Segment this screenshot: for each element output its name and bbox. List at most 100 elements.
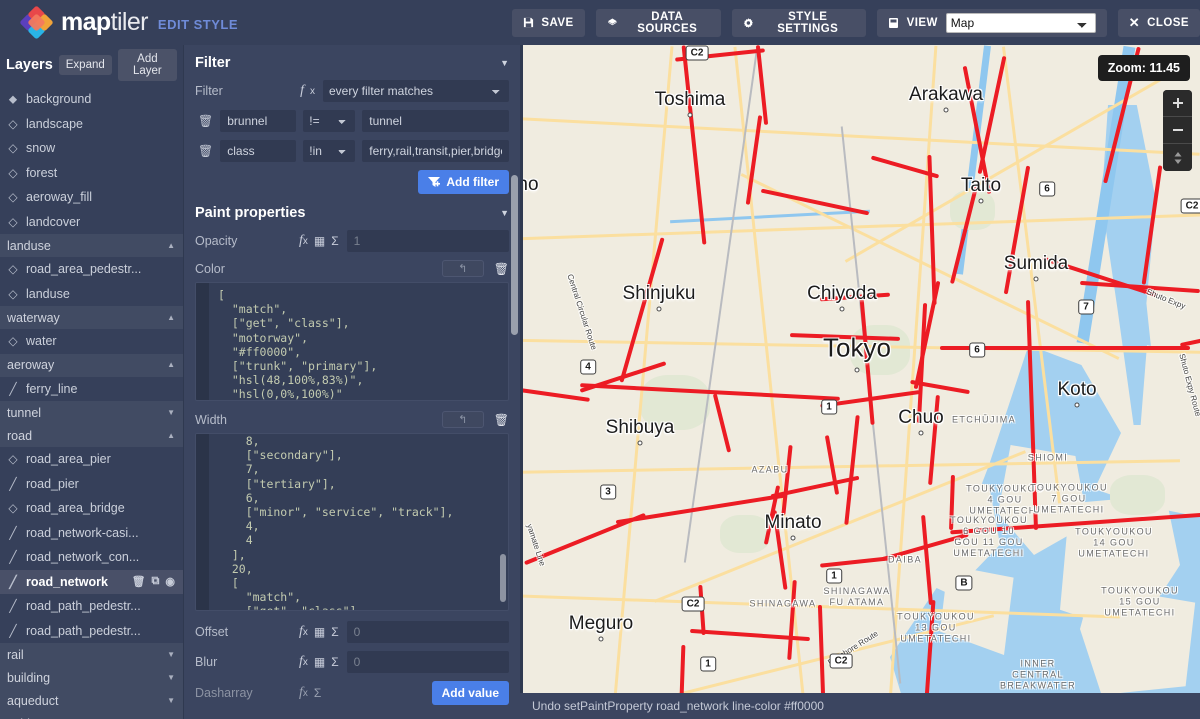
filter-section-header[interactable]: Filter ▼ — [184, 45, 520, 80]
close-icon: ✕ — [1128, 15, 1141, 30]
map-city-dot — [637, 440, 643, 446]
layer-item-label: forest — [26, 165, 58, 180]
map-area-label: TOUKYOUKOU 13 GOU UMETATECHI — [897, 611, 975, 644]
color-code-editor[interactable]: [ "match", ["get", "class"], "motorway",… — [195, 282, 509, 401]
filter-match-select[interactable]: every filter matches — [323, 80, 509, 102]
filter-key-input[interactable] — [220, 110, 297, 132]
layer-item-road_area_bridge[interactable]: ◇ road_area_bridge — [0, 496, 183, 521]
layer-item-road_pier[interactable]: ╱ road_pier — [0, 472, 183, 497]
layer-group-aeroway[interactable]: aeroway ▲ — [0, 353, 183, 377]
dasharray-add-value-button[interactable]: Add value — [431, 681, 509, 705]
layer-group-building[interactable]: building ▼ — [0, 666, 183, 689]
data-function-icon[interactable]: Σ — [331, 234, 338, 248]
zoom-in-button[interactable] — [1163, 90, 1192, 117]
map-area-label: AZABU — [751, 464, 789, 475]
wordmark-light: tiler — [110, 8, 149, 36]
expression-fx-icon[interactable]: fx — [299, 685, 308, 701]
expression-fx-icon[interactable]: fx — [299, 654, 308, 670]
layer-group-cablecar[interactable]: cablecar▼ — [0, 712, 183, 719]
layer-item-road_network[interactable]: ╱ road_network 🗑 ⧉ ◉ — [0, 569, 183, 594]
layer-item-snow[interactable]: ◇ snow — [0, 136, 183, 161]
color-code-text[interactable]: [ "match", ["get", "class"], "motorway",… — [196, 283, 508, 400]
expression-fx-icon[interactable]: fx — [299, 624, 308, 640]
data-function-icon[interactable]: Σ — [331, 625, 338, 639]
close-button[interactable]: ✕ CLOSE — [1117, 8, 1200, 37]
width-delete-icon[interactable]: 🗑 — [494, 413, 509, 427]
layer-item-landuse[interactable]: ◇ landuse — [0, 282, 183, 307]
width-code-text[interactable]: 8, ["secondary"], 7, ["tertiary"], 6, ["… — [196, 434, 508, 610]
width-undo-button[interactable]: ↰ — [441, 411, 484, 428]
blur-input[interactable] — [346, 651, 509, 673]
layer-item-landscape[interactable]: ◇ landscape — [0, 112, 183, 137]
layer-list[interactable]: ⬥ background ◇ landscape ◇ snow ◇ forest ◇ aerowa… — [0, 87, 183, 719]
filter-key-input[interactable] — [220, 140, 297, 162]
width-code-editor[interactable]: 8, ["secondary"], 7, ["tertiary"], 6, ["… — [195, 433, 509, 611]
delete-filter-icon[interactable]: 🗑 — [198, 144, 213, 158]
paint-section-header[interactable]: Paint properties ▼ — [184, 203, 520, 230]
toggle-visibility-icon[interactable]: ◉ — [165, 575, 175, 588]
map-area-label: SHINAGAWA — [749, 598, 817, 609]
layer-group-aqueduct[interactable]: aqueduct ▼ — [0, 689, 183, 712]
pitch-toggle-button[interactable] — [1163, 144, 1192, 171]
properties-panel[interactable]: Filter ▼ Filter fx every filter matches … — [183, 45, 520, 719]
filter-value-input[interactable] — [362, 110, 509, 132]
layer-item-forest[interactable]: ◇ forest — [0, 161, 183, 186]
layer-group-rail[interactable]: rail ▼ — [0, 643, 183, 666]
layer-item-road_path_pedestr[interactable]: ╱ road_path_pedestr... — [0, 594, 183, 619]
map-area-label: TOUKYOUKOU 7 GOU UMETATECHI — [1030, 482, 1108, 515]
data-function-icon[interactable]: Σ — [331, 655, 338, 669]
layer-group-road[interactable]: road ▲ — [0, 424, 183, 447]
layer-group-tunnel[interactable]: tunnel ▼ — [0, 401, 183, 424]
add-filter-button[interactable]: Add filter — [418, 170, 509, 194]
zoom-out-button[interactable] — [1163, 117, 1192, 144]
layer-item-road_networkcasi[interactable]: ╱ road_network-casi... — [0, 521, 183, 546]
expand-button[interactable]: Expand — [58, 55, 112, 75]
add-layer-button[interactable]: Add Layer — [117, 49, 177, 81]
filter-operator-select[interactable]: !in — [303, 140, 356, 162]
save-button[interactable]: SAVE — [512, 8, 585, 37]
zoom-function-icon[interactable]: ▦ — [314, 234, 325, 248]
delete-filter-icon[interactable]: 🗑 — [198, 114, 213, 128]
layer-item-road_network_con[interactable]: ╱ road_network_con... — [0, 545, 183, 570]
color-delete-icon[interactable]: 🗑 — [494, 262, 509, 276]
layer-item-road_area_pedestr[interactable]: ◇ road_area_pedestr... — [0, 257, 183, 282]
zoom-function-icon[interactable]: ▦ — [314, 625, 325, 639]
layer-group-landuse[interactable]: landuse ▲ — [0, 234, 183, 257]
map-city-dot — [839, 306, 845, 312]
layer-item-aeroway_fill[interactable]: ◇ aeroway_fill — [0, 185, 183, 210]
layer-item-ferry_line[interactable]: ╱ ferry_line — [0, 377, 183, 402]
properties-scrollbar[interactable] — [511, 175, 518, 335]
layer-item-road_path_pedestr[interactable]: ╱ road_path_pedestr... — [0, 619, 183, 644]
map-route-shield: 7 — [1078, 299, 1094, 315]
map-viewport[interactable]: Toshima Arakawa Shinjuku Chiyoda Tokyo Taito S… — [520, 45, 1200, 719]
paint-section-title: Paint properties — [195, 205, 306, 221]
filter-match-row: Filter fx every filter matches — [184, 80, 520, 102]
data-function-icon[interactable]: Σ — [314, 686, 321, 700]
data-sources-button[interactable]: DATA SOURCES — [595, 8, 722, 37]
map-route-shield: C2 — [681, 596, 705, 612]
zoom-function-icon[interactable]: ▦ — [314, 655, 325, 669]
expression-toggle-fx[interactable]: fx — [299, 83, 315, 99]
layer-group-waterway[interactable]: waterway ▲ — [0, 306, 183, 329]
style-settings-button[interactable]: STYLE SETTINGS — [732, 8, 866, 37]
expression-fx-icon[interactable]: fx — [299, 233, 308, 249]
filter-value-input[interactable] — [362, 140, 509, 162]
filter-operator-select[interactable]: != — [303, 110, 356, 132]
view-select[interactable]: Map — [945, 12, 1096, 33]
color-undo-button[interactable]: ↰ — [441, 260, 484, 277]
code-scrollbar[interactable] — [500, 554, 506, 602]
delete-layer-icon[interactable]: 🗑 — [132, 575, 146, 588]
layer-item-label: ferry_line — [26, 381, 78, 396]
offset-input[interactable] — [346, 621, 509, 643]
map-city-label: Taito — [960, 175, 1002, 196]
map-area-label: TOUKYOUKOU 15 GOU UMETATECHI — [1101, 585, 1179, 618]
polygon-icon: ◇ — [8, 116, 18, 131]
layer-item-landcover[interactable]: ◇ landcover — [0, 210, 183, 235]
map-route-shield: 6 — [1039, 181, 1055, 197]
opacity-input[interactable] — [346, 230, 509, 252]
layer-item-road_area_pier[interactable]: ◇ road_area_pier — [0, 447, 183, 472]
duplicate-layer-icon[interactable]: ⧉ — [152, 575, 160, 588]
layer-item-background[interactable]: ⬥ background — [0, 87, 183, 112]
layer-item-water[interactable]: ◇ water — [0, 329, 183, 354]
line-icon: ╱ — [9, 476, 17, 491]
